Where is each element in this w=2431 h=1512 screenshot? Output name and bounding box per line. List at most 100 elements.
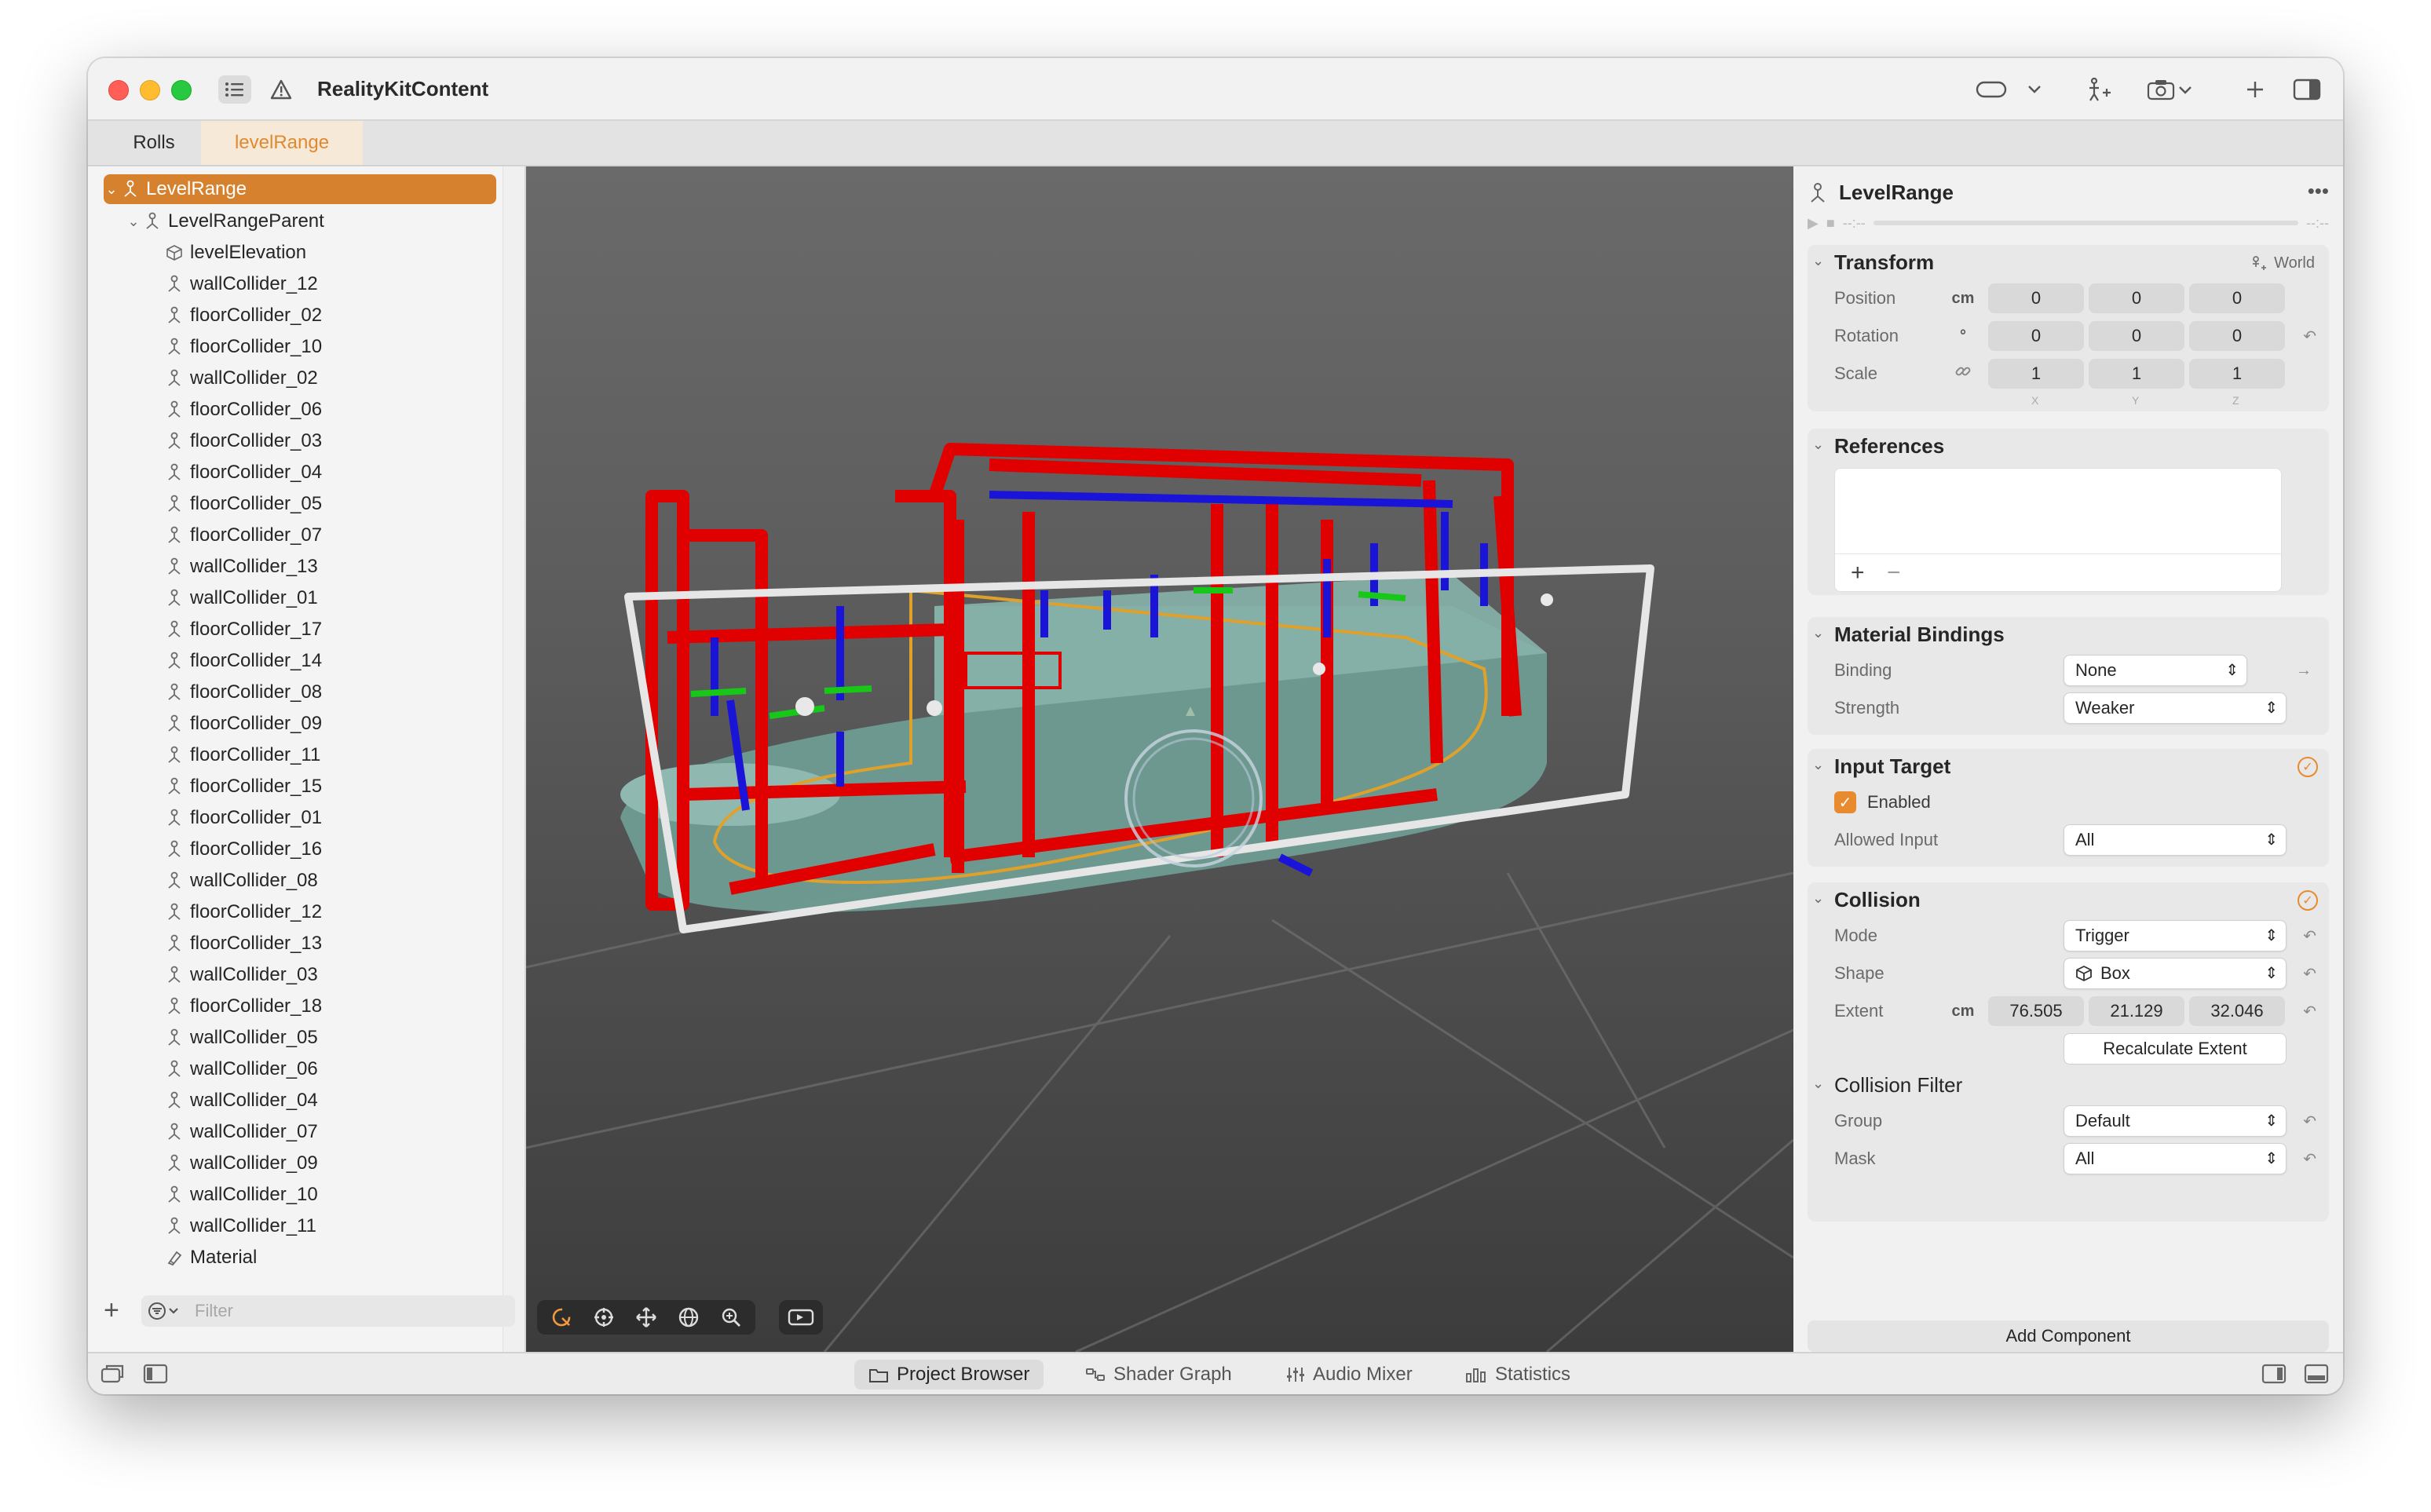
mode-popup[interactable]: Trigger ⇕ <box>2064 920 2287 951</box>
mask-popup[interactable]: All ⇕ <box>2064 1143 2287 1174</box>
input-target-header[interactable]: ⌄ Input Target ✓ <box>1808 749 2329 783</box>
world-tool-button[interactable] <box>667 1302 710 1333</box>
tree-item-wallcollider-03[interactable]: wallCollider_03 <box>104 959 496 991</box>
panels-toggle-button[interactable] <box>101 1363 126 1389</box>
extent-y-field[interactable]: 21.129 <box>2089 996 2184 1026</box>
tree-item-levelrange[interactable]: ⌄ LevelRange <box>104 174 496 204</box>
references-header[interactable]: ⌄ References <box>1808 429 2329 463</box>
snapshot-button[interactable] <box>2147 74 2194 105</box>
hierarchy-filter-field[interactable]: Filter <box>141 1295 515 1327</box>
tree-item-floorcollider-01[interactable]: floorCollider_01 <box>104 802 496 834</box>
tree-item-wallcollider-01[interactable]: wallCollider_01 <box>104 583 496 614</box>
tree-item-wallcollider-09[interactable]: wallCollider_09 <box>104 1148 496 1179</box>
timeline-scrubber[interactable] <box>1873 221 2299 225</box>
tree-item-floorcollider-11[interactable]: floorCollider_11 <box>104 740 496 771</box>
inspector-toggle-button[interactable] <box>2293 74 2321 105</box>
reset-mode-icon[interactable]: ↶ <box>2303 926 2316 946</box>
tree-item-material[interactable]: Material <box>104 1242 496 1273</box>
issues-button[interactable] <box>267 75 295 104</box>
strength-popup[interactable]: Weaker ⇕ <box>2064 692 2287 724</box>
orbit-tool-button[interactable] <box>583 1302 625 1333</box>
recalculate-extent-button[interactable]: Recalculate Extent <box>2064 1033 2287 1065</box>
play-on-device-button[interactable] <box>2086 74 2112 105</box>
tab-shader-graph[interactable]: Shader Graph <box>1071 1360 1246 1390</box>
headset-dropdown-button[interactable] <box>2027 74 2042 105</box>
tab-statistics[interactable]: Statistics <box>1451 1360 1585 1390</box>
material-bindings-header[interactable]: ⌄ Material Bindings <box>1808 617 2329 652</box>
tree-item-floorcollider-09[interactable]: floorCollider_09 <box>104 708 496 740</box>
add-component-button[interactable]: Add Component <box>1808 1320 2329 1352</box>
scale-x-field[interactable]: 1 <box>1988 359 2084 389</box>
extent-x-field[interactable]: 76.505 <box>1988 996 2084 1026</box>
tree-item-floorcollider-07[interactable]: floorCollider_07 <box>104 520 496 551</box>
play-icon[interactable]: ▶ <box>1808 215 1819 232</box>
collision-header[interactable]: ⌄ Collision ✓ <box>1808 882 2329 917</box>
remove-reference-button[interactable]: − <box>1887 560 1901 586</box>
tree-item-wallcollider-11[interactable]: wallCollider_11 <box>104 1211 496 1242</box>
scale-z-field[interactable]: 1 <box>2189 359 2285 389</box>
component-active-icon[interactable]: ✓ <box>2298 757 2318 777</box>
rotation-y-field[interactable]: 0 <box>2089 321 2184 351</box>
tree-item-wallcollider-07[interactable]: wallCollider_07 <box>104 1116 496 1148</box>
tree-item-floorcollider-13[interactable]: floorCollider_13 <box>104 928 496 959</box>
rotation-x-field[interactable]: 0 <box>1988 321 2084 351</box>
close-window-button[interactable] <box>108 80 129 100</box>
tree-item-levelelevation[interactable]: levelElevation <box>104 237 496 268</box>
inspector-panel-toggle-button[interactable] <box>2261 1363 2287 1389</box>
headset-menu-button[interactable] <box>1976 74 2007 105</box>
disclosure-chevron-icon[interactable]: ⌄ <box>104 181 119 198</box>
bottom-panel-toggle-button[interactable] <box>2304 1363 2329 1389</box>
scale-y-field[interactable]: 1 <box>2089 359 2184 389</box>
tree-item-wallcollider-08[interactable]: wallCollider_08 <box>104 865 496 897</box>
scene-viewport[interactable] <box>526 166 1793 1352</box>
pan-tool-button[interactable] <box>625 1302 667 1333</box>
tree-item-floorcollider-04[interactable]: floorCollider_04 <box>104 457 496 488</box>
reset-shape-icon[interactable]: ↶ <box>2303 964 2316 984</box>
navigator-toggle-button[interactable] <box>143 1363 168 1389</box>
tree-item-wallcollider-04[interactable]: wallCollider_04 <box>104 1085 496 1116</box>
tree-item-wallcollider-02[interactable]: wallCollider_02 <box>104 363 496 394</box>
select-tool-button[interactable] <box>540 1302 583 1333</box>
tree-item-wallcollider-12[interactable]: wallCollider_12 <box>104 268 496 300</box>
tree-item-floorcollider-17[interactable]: floorCollider_17 <box>104 614 496 645</box>
link-scale-icon[interactable] <box>1949 363 1977 385</box>
stop-icon[interactable]: ■ <box>1826 215 1835 232</box>
position-x-field[interactable]: 0 <box>1988 283 2084 313</box>
allowed-input-popup[interactable]: All ⇕ <box>2064 824 2287 856</box>
tree-item-floorcollider-10[interactable]: floorCollider_10 <box>104 331 496 363</box>
tree-item-floorcollider-03[interactable]: floorCollider_03 <box>104 425 496 457</box>
tree-item-floorcollider-05[interactable]: floorCollider_05 <box>104 488 496 520</box>
camera-options-button[interactable] <box>779 1300 823 1335</box>
tree-item-floorcollider-12[interactable]: floorCollider_12 <box>104 897 496 928</box>
tree-item-levelrangeparent[interactable]: ⌄ LevelRangeParent <box>104 206 496 237</box>
tab-project-browser[interactable]: Project Browser <box>854 1360 1044 1390</box>
zoom-window-button[interactable] <box>171 80 192 100</box>
collision-filter-header[interactable]: ⌄ Collision Filter <box>1808 1068 2329 1102</box>
shape-popup[interactable]: Box ⇕ <box>2064 958 2287 989</box>
tree-item-floorcollider-14[interactable]: floorCollider_14 <box>104 645 496 677</box>
binding-popup[interactable]: None ⇕ <box>2064 655 2247 686</box>
reset-group-icon[interactable]: ↶ <box>2303 1112 2316 1131</box>
tab-levelrange[interactable]: levelRange <box>201 121 363 165</box>
tree-item-floorcollider-18[interactable]: floorCollider_18 <box>104 991 496 1022</box>
tree-item-floorcollider-02[interactable]: floorCollider_02 <box>104 300 496 331</box>
rotation-z-field[interactable]: 0 <box>2189 321 2285 351</box>
tree-item-wallcollider-06[interactable]: wallCollider_06 <box>104 1054 496 1085</box>
tree-item-wallcollider-13[interactable]: wallCollider_13 <box>104 551 496 583</box>
group-popup[interactable]: Default ⇕ <box>2064 1105 2287 1137</box>
position-y-field[interactable]: 0 <box>2089 283 2184 313</box>
minimize-window-button[interactable] <box>140 80 160 100</box>
tree-item-floorcollider-08[interactable]: floorCollider_08 <box>104 677 496 708</box>
tree-item-floorcollider-06[interactable]: floorCollider_06 <box>104 394 496 425</box>
references-list[interactable]: + − <box>1834 468 2282 592</box>
filter-options-icon[interactable] <box>141 1297 188 1325</box>
position-z-field[interactable]: 0 <box>2189 283 2285 313</box>
tab-audio-mixer[interactable]: Audio Mixer <box>1272 1360 1427 1390</box>
reset-rotation-icon[interactable]: ↶ <box>2303 327 2316 346</box>
component-active-icon[interactable]: ✓ <box>2298 890 2318 911</box>
hierarchy-toggle-button[interactable] <box>218 75 251 104</box>
transform-header[interactable]: ⌄ Transform World <box>1808 245 2329 279</box>
disclosure-chevron-icon[interactable]: ⌄ <box>126 214 141 230</box>
go-to-binding-icon[interactable]: → <box>2296 662 2312 680</box>
extent-z-field[interactable]: 32.046 <box>2189 996 2285 1026</box>
